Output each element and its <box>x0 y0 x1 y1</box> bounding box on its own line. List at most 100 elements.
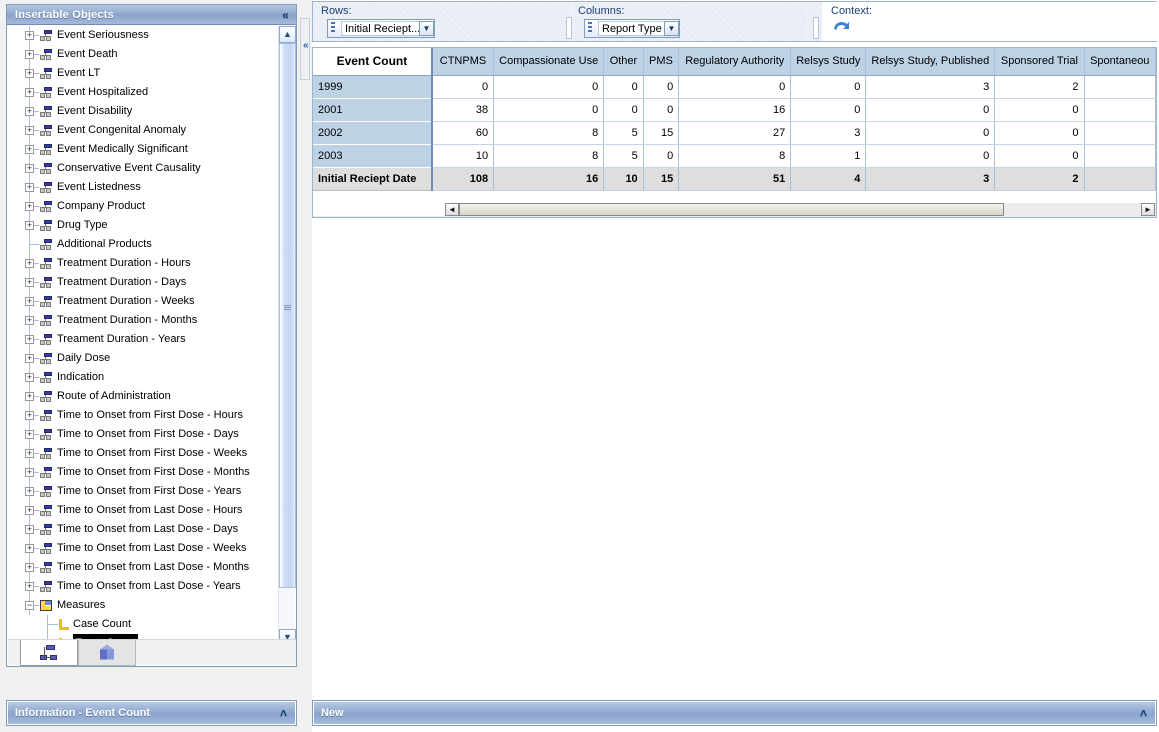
tree-item[interactable]: + Treatment Duration - Weeks <box>8 292 278 311</box>
panel-splitter[interactable]: « <box>299 0 312 732</box>
tree-expander-icon[interactable]: + <box>25 202 34 211</box>
rows-dimension-value[interactable]: Initial Reciept... <box>341 21 419 36</box>
tree-item[interactable]: + Treament Duration - Years <box>8 330 278 349</box>
context-zone[interactable] <box>822 2 1157 41</box>
grid-column-header[interactable]: Regulatory Authority <box>678 48 792 76</box>
grid-cell[interactable]: 27 <box>678 121 792 145</box>
information-panel-header[interactable]: Information - Event Count ˄ <box>8 702 295 724</box>
tree-item[interactable]: + Event LT <box>8 64 278 83</box>
drag-grip-icon[interactable] <box>330 22 339 35</box>
columns-dimension-pill[interactable]: Report Type ▼ <box>584 19 680 38</box>
grid-cell[interactable]: 0 <box>790 98 867 122</box>
tree-item[interactable]: + Time to Onset from First Dose - Days <box>8 425 278 444</box>
tree-expander-icon[interactable]: + <box>25 468 34 477</box>
grid-cell[interactable]: 15 <box>643 167 680 191</box>
tree-expander-icon[interactable]: + <box>25 430 34 439</box>
grid-cell[interactable] <box>1084 75 1156 99</box>
tree-item[interactable]: + Conservative Event Causality <box>8 159 278 178</box>
tree-item[interactable]: Case Count <box>8 615 278 634</box>
grid-cell[interactable]: 3 <box>790 121 867 145</box>
tree-item[interactable]: + Time to Onset from Last Dose - Weeks <box>8 539 278 558</box>
chevron-up-icon[interactable]: ˄ <box>280 702 287 724</box>
grid-cell[interactable]: 16 <box>678 98 792 122</box>
grid-row-header[interactable]: 2003 <box>313 144 433 168</box>
tree-expander-icon[interactable]: + <box>25 164 34 173</box>
chevron-left-icon[interactable]: « <box>282 5 289 25</box>
grid-cell[interactable]: 108 <box>431 167 495 191</box>
grid-cell[interactable]: 0 <box>865 144 996 168</box>
scroll-up-icon[interactable]: ▲ <box>279 26 296 43</box>
grid-cell[interactable]: 8 <box>493 144 605 168</box>
grid-row-header[interactable]: 2001 <box>313 98 433 122</box>
tree-expander-icon[interactable]: + <box>25 544 34 553</box>
tree-item[interactable]: + Event Seriousness <box>8 26 278 45</box>
tree-item[interactable]: + Route of Administration <box>8 387 278 406</box>
grid-cell[interactable]: 10 <box>603 167 644 191</box>
tree-expander-icon[interactable]: + <box>25 316 34 325</box>
tree-expander-icon[interactable]: + <box>25 126 34 135</box>
tree-item[interactable]: + Indication <box>8 368 278 387</box>
scroll-left-icon[interactable]: ◄ <box>445 203 459 216</box>
grid-column-header[interactable]: Relsys Study <box>790 48 867 76</box>
tree-item[interactable]: + Event Congenital Anomaly <box>8 121 278 140</box>
grid-cell[interactable] <box>1084 98 1156 122</box>
grid-cell[interactable]: 51 <box>678 167 792 191</box>
tree-expander-icon[interactable]: + <box>25 373 34 382</box>
tree-item[interactable]: + Time to Onset from Last Dose - Hours <box>8 501 278 520</box>
grid-cell[interactable]: 0 <box>643 144 680 168</box>
grid-cell[interactable]: 0 <box>643 98 680 122</box>
grid-cell[interactable]: 0 <box>790 75 867 99</box>
tree-item[interactable]: + Event Disability <box>8 102 278 121</box>
tree-expander-icon[interactable]: + <box>25 449 34 458</box>
grid-cell[interactable]: 3 <box>865 75 996 99</box>
hscrollbar-thumb[interactable] <box>459 203 1004 216</box>
grid-cell[interactable]: 0 <box>865 98 996 122</box>
tree-item[interactable]: + Treatment Duration - Days <box>8 273 278 292</box>
grid-cell[interactable]: 16 <box>493 167 605 191</box>
grid-column-header[interactable]: CTNPMS <box>431 48 495 76</box>
tree-expander-icon[interactable]: + <box>25 107 34 116</box>
grid-column-header[interactable]: Relsys Study, Published <box>865 48 996 76</box>
columns-dropdown-chevron-icon[interactable]: ▼ <box>664 21 679 36</box>
drag-grip-icon[interactable] <box>587 22 596 35</box>
grid-cell[interactable]: 0 <box>493 98 605 122</box>
tree-expander-icon[interactable]: + <box>25 563 34 572</box>
grid-cell[interactable]: 10 <box>431 144 495 168</box>
grid-cell[interactable] <box>1084 144 1156 168</box>
grid-row-header[interactable]: 1999 <box>313 75 433 99</box>
columns-dimension-value[interactable]: Report Type <box>598 21 664 36</box>
grid-cell[interactable]: 8 <box>678 144 792 168</box>
tree-expander-icon[interactable]: + <box>25 506 34 515</box>
tree-item[interactable]: + Event Death <box>8 45 278 64</box>
tree-item[interactable]: + Event Medically Significant <box>8 140 278 159</box>
tree-item[interactable]: + Time to Onset from First Dose - Months <box>8 463 278 482</box>
tree-expander-icon[interactable]: + <box>25 392 34 401</box>
grid-cell[interactable]: 5 <box>603 144 644 168</box>
grid-cell[interactable]: 0 <box>994 98 1085 122</box>
grid-cell[interactable]: 3 <box>865 167 996 191</box>
rows-dropdown-chevron-icon[interactable]: ▼ <box>419 21 434 36</box>
insertable-objects-tree[interactable]: + Event Seriousness + Event Death + Event LT +… <box>8 26 278 646</box>
splitter-handle[interactable]: « <box>300 18 310 80</box>
tree-expander-icon[interactable]: + <box>25 297 34 306</box>
collapse-left-icon[interactable]: « <box>303 41 309 51</box>
tree-expander-icon[interactable]: + <box>25 69 34 78</box>
tree-item[interactable]: + Time to Onset from First Dose - Weeks <box>8 444 278 463</box>
grid-cell[interactable]: 1 <box>790 144 867 168</box>
tree-expander-icon[interactable]: − <box>25 601 34 610</box>
pivot-grid[interactable]: Event Count CTNPMS Compassionate Use Other P… <box>312 47 1157 210</box>
tree-expander-icon[interactable]: + <box>25 50 34 59</box>
grid-cell[interactable]: 5 <box>603 121 644 145</box>
tree-item[interactable]: + Treatment Duration - Hours <box>8 254 278 273</box>
new-panel-header[interactable]: New ˄ <box>314 702 1155 724</box>
tree-item[interactable]: + Event Listedness <box>8 178 278 197</box>
grid-cell[interactable]: 38 <box>431 98 495 122</box>
tree-expander-icon[interactable]: + <box>25 145 34 154</box>
tab-cube[interactable] <box>78 640 136 666</box>
grid-cell[interactable]: 15 <box>643 121 680 145</box>
grid-column-header[interactable]: PMS <box>643 48 680 76</box>
tree-item[interactable]: + Daily Dose <box>8 349 278 368</box>
tree-item[interactable]: + Time to Onset from Last Dose - Years <box>8 577 278 596</box>
scroll-right-icon[interactable]: ► <box>1141 203 1155 216</box>
tree-item[interactable]: + Time to Onset from Last Dose - Days <box>8 520 278 539</box>
